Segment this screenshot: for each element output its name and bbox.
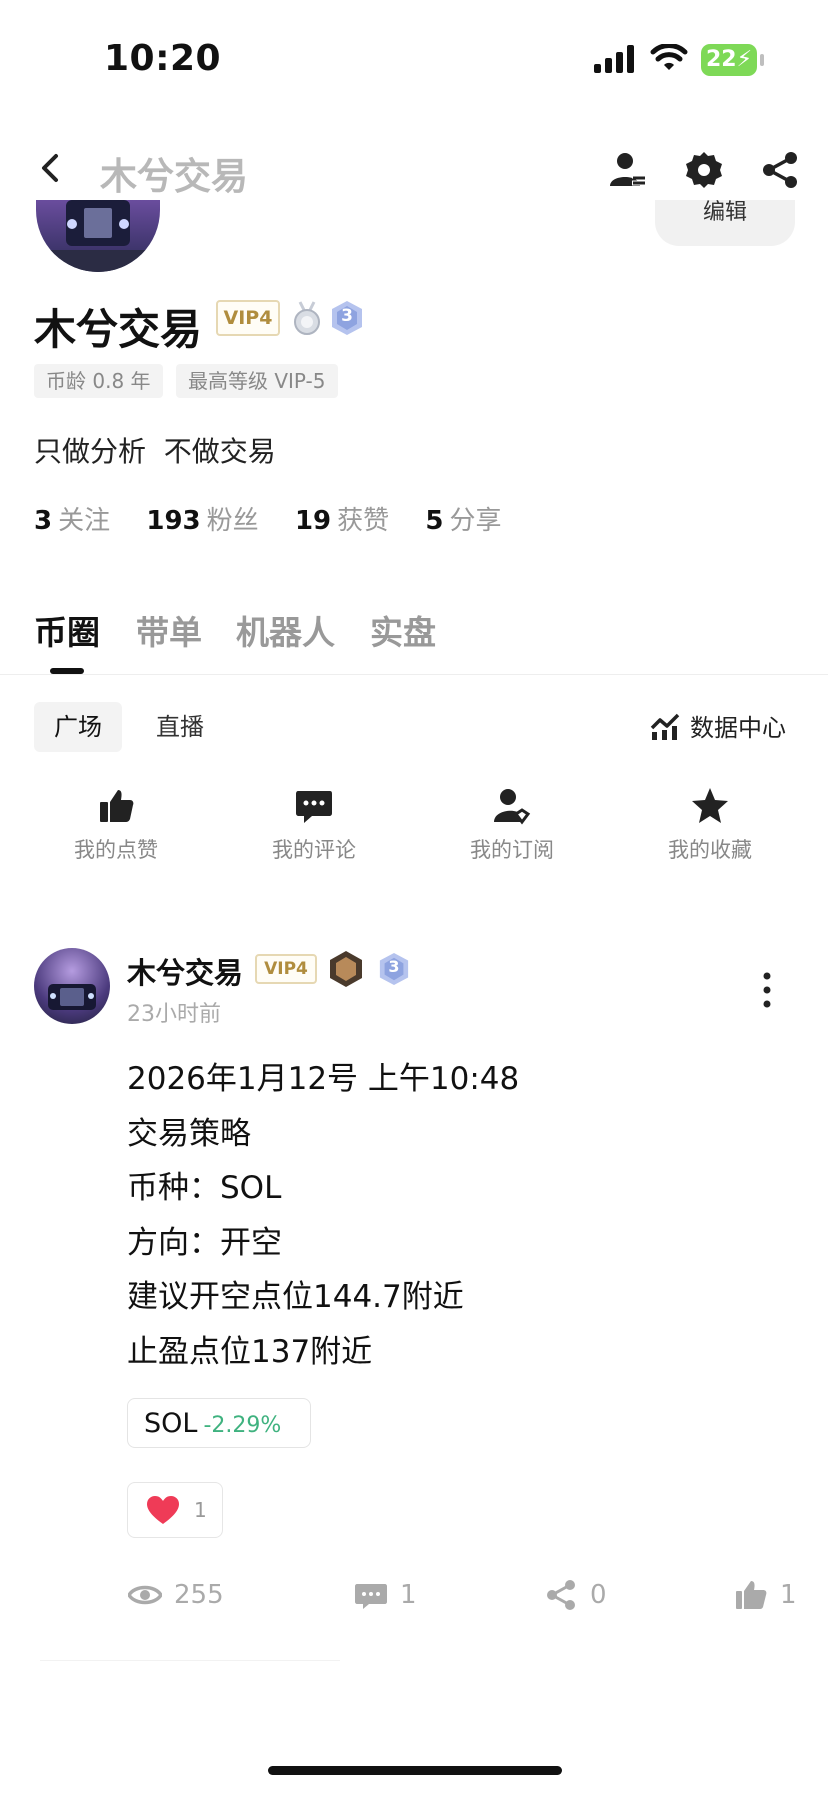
car-avatar-image [36, 200, 160, 272]
shortcut-label: 我的点赞 [74, 838, 158, 862]
battery-indicator: 22⚡ [701, 44, 764, 76]
post-line: 建议开空点位144.7附近 [127, 1279, 464, 1315]
post-line: 止盈点位137附近 [127, 1333, 373, 1370]
post-line: 交易策略 [127, 1115, 251, 1152]
data-center-label: 数据中心 [690, 714, 786, 742]
profile-bio: 只做分析 不做交易 [34, 435, 276, 468]
reaction-count: 1 [194, 1498, 207, 1522]
post-line: 币种：SOL [127, 1170, 282, 1206]
settings-gear-icon[interactable] [684, 150, 724, 190]
feed-divider [40, 1660, 340, 1661]
level-number: 3 [341, 306, 353, 326]
thumbs-up-icon [100, 790, 134, 822]
post-timestamp: 23小时前 [127, 1002, 221, 1027]
edit-profile-button[interactable]: 编辑 [655, 200, 795, 246]
heart-reaction-chip[interactable]: 1 [127, 1482, 223, 1538]
stat-likes[interactable]: 19 获赞 [295, 506, 417, 536]
post-line: 方向：开空 [127, 1224, 282, 1261]
share-icon [547, 1580, 575, 1610]
share-icon[interactable] [760, 150, 800, 190]
data-center-link[interactable]: 数据中心 [650, 708, 786, 743]
subscription-user-icon [494, 789, 531, 825]
user-follow-icon[interactable] [608, 150, 648, 190]
post-author-avatar[interactable] [34, 948, 110, 1024]
bronze-medal-icon [330, 951, 362, 987]
post-level-badge: 3 [378, 952, 410, 986]
tab-bots[interactable]: 机器人 [236, 606, 335, 654]
post-content: 2026年1月12号 上午10:48 交易策略 币种：SOL 方向：开空 建议开… [127, 1052, 519, 1379]
stat-following[interactable]: 3 关注 [34, 506, 138, 536]
eye-icon [128, 1585, 162, 1605]
shortcut-my-comments[interactable]: 我的评论 [234, 786, 394, 864]
post-line: 2026年1月12号 上午10:48 [127, 1061, 520, 1097]
comment-action[interactable]: 1 [354, 1578, 417, 1612]
tab-live-account[interactable]: 实盘 [370, 606, 436, 654]
thumbs-up-icon [736, 1581, 767, 1609]
profile-stats: 3 关注 193 粉丝 19 获赞 5 分享 [34, 500, 530, 537]
star-icon [692, 788, 728, 823]
tag-max-vip: 最高等级 VIP-5 [176, 364, 338, 398]
comment-icon [296, 791, 332, 823]
likes-value: 1 [780, 1580, 797, 1610]
level-number: 3 [388, 957, 400, 976]
tag-coin-age: 币龄 0.8 年 [34, 364, 163, 398]
share-action[interactable]: 0 [544, 1578, 607, 1612]
nav-title: 木兮交易 [100, 155, 248, 198]
coin-ticker-chip[interactable]: SOL -2.29% [127, 1398, 311, 1448]
home-indicator[interactable] [268, 1766, 562, 1775]
vip-badge: VIP4 [216, 300, 280, 336]
coin-change: -2.29% [203, 1413, 282, 1438]
medal-icon [294, 301, 320, 335]
more-options-icon[interactable] [762, 970, 772, 1010]
heart-icon [147, 1496, 179, 1524]
status-time: 10:20 [104, 38, 222, 79]
back-arrow-icon[interactable] [36, 148, 66, 188]
cellular-signal-icon [594, 45, 634, 73]
views-value: 255 [174, 1580, 224, 1610]
post-vip-badge: VIP4 [255, 954, 317, 984]
post-author-name[interactable]: 木兮交易 [127, 950, 243, 992]
tab-divider [0, 674, 828, 675]
stat-followers[interactable]: 193 粉丝 [146, 506, 286, 536]
subtab-live[interactable]: 直播 [136, 702, 224, 752]
car-avatar-image [48, 984, 96, 1010]
comments-value: 1 [400, 1580, 417, 1610]
shortcut-label: 我的订阅 [470, 838, 554, 862]
comment-icon [355, 1584, 387, 1609]
stat-shares[interactable]: 5 分享 [425, 506, 529, 536]
chart-icon [650, 713, 680, 740]
views-count: 255 [128, 1578, 224, 1612]
shortcut-label: 我的评论 [272, 838, 356, 862]
shortcut-label: 我的收藏 [668, 838, 752, 862]
shares-value: 0 [590, 1580, 607, 1610]
wifi-icon [650, 44, 688, 70]
coin-symbol: SOL [144, 1408, 198, 1439]
profile-avatar[interactable] [36, 200, 160, 272]
profile-name: 木兮交易 [34, 305, 203, 354]
shortcut-my-subscriptions[interactable]: 我的订阅 [432, 786, 592, 864]
shortcut-my-likes[interactable]: 我的点赞 [36, 786, 196, 864]
tab-coin-circle[interactable]: 币圈 [34, 606, 100, 654]
level-badge: 3 [330, 300, 364, 336]
subtab-square[interactable]: 广场 [34, 702, 122, 752]
shortcut-my-favorites[interactable]: 我的收藏 [630, 786, 790, 864]
tab-copy-trading[interactable]: 带单 [136, 606, 202, 654]
like-action[interactable]: 1 [734, 1578, 797, 1612]
